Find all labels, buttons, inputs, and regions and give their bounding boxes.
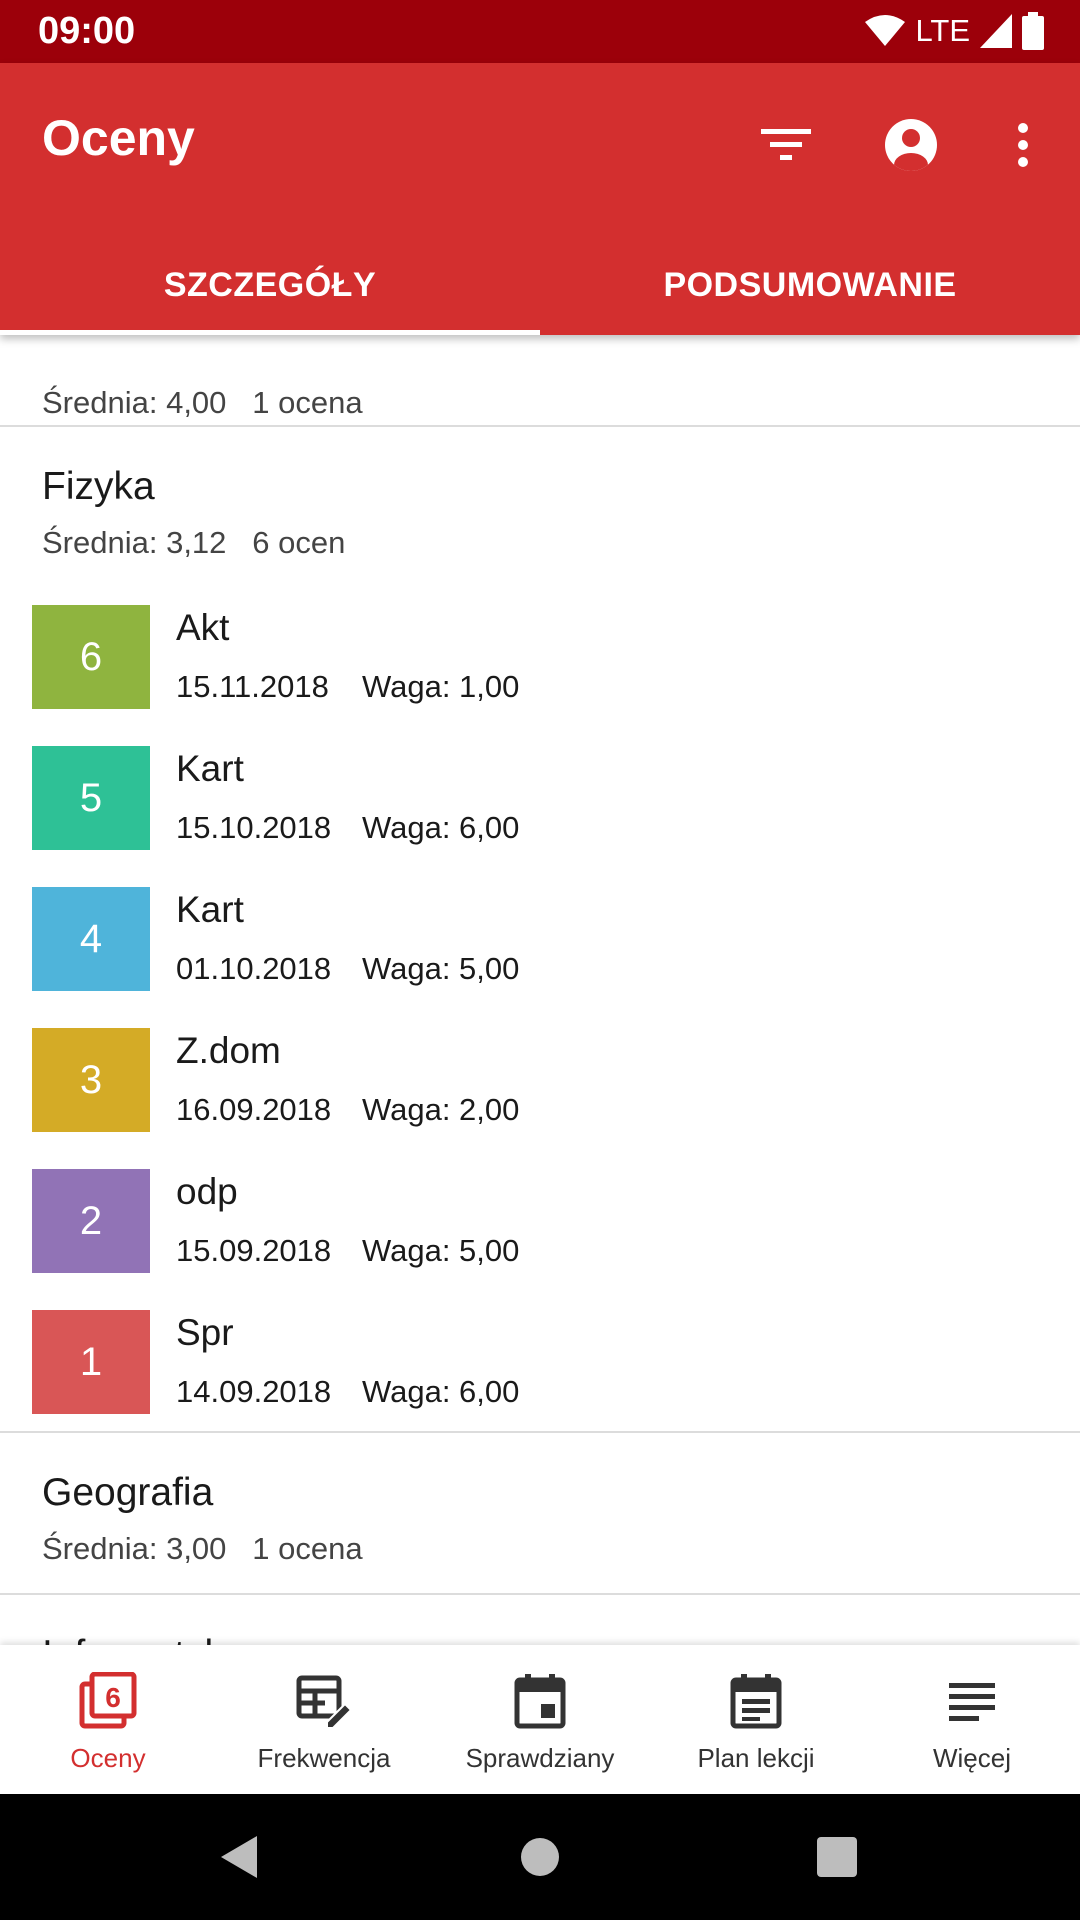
page-title: Oceny: [42, 110, 195, 166]
wifi-icon: [865, 15, 906, 46]
nav-label: Plan lekcji: [697, 1743, 815, 1773]
grade-weight: Waga: 1,00: [362, 669, 520, 704]
nav-item-sprawdziany[interactable]: Sprawdziany: [432, 1645, 648, 1794]
nav-label: Więcej: [932, 1743, 1011, 1773]
subject-header-fizyka[interactable]: Fizyka Średnia: 3,12 6 ocen: [0, 425, 1080, 575]
attendance-icon: [296, 1675, 353, 1729]
home-button[interactable]: [505, 1822, 575, 1892]
grade-description: Kart: [176, 889, 244, 930]
back-button[interactable]: [204, 1822, 274, 1892]
grade-date: 15.11.2018: [176, 669, 329, 704]
subject-meta: Średnia: 4,00 1 ocena: [42, 385, 363, 420]
grade-weight: Waga: 5,00: [362, 1233, 520, 1268]
grade-date: 01.10.2018: [176, 951, 332, 986]
subject-name: Geografia: [42, 1471, 214, 1514]
grade-row[interactable]: 4 Kart 01.10.2018 Waga: 5,00: [0, 887, 1080, 1028]
grade-row[interactable]: 5 Kart 15.10.2018 Waga: 6,00: [0, 746, 1080, 887]
filter-icon: [761, 129, 811, 160]
subject-header-previous[interactable]: Średnia: 4,00 1 ocena: [0, 335, 1080, 427]
more-vert-icon: [1018, 123, 1028, 167]
nav-item-frekwencja[interactable]: Frekwencja: [216, 1645, 432, 1794]
filter-button[interactable]: [744, 103, 828, 187]
tab-summary-label: PODSUMOWANIE: [663, 265, 957, 304]
nav-label: Oceny: [70, 1743, 146, 1773]
more-options-button[interactable]: [981, 103, 1065, 187]
grade-date: 15.09.2018: [176, 1233, 332, 1268]
tab-details-label: SZCZEGÓŁY: [163, 265, 377, 304]
grade-weight: Waga: 6,00: [362, 810, 520, 845]
nav-label: Frekwencja: [257, 1743, 391, 1773]
grade-badge: 4: [32, 887, 150, 991]
tab-indicator: [0, 330, 540, 335]
nav-item-oceny[interactable]: 6 Oceny: [0, 1645, 216, 1794]
grade-weight: Waga: 2,00: [362, 1092, 520, 1127]
exams-icon: [514, 1674, 566, 1729]
grade-description: Spr: [176, 1312, 234, 1353]
nav-item-plan-lekcji[interactable]: Plan lekcji: [648, 1645, 864, 1794]
more-menu-icon: [949, 1683, 995, 1721]
back-icon: [221, 1836, 257, 1878]
grade-date: 14.09.2018: [176, 1374, 332, 1409]
grade-row[interactable]: 3 Z.dom 16.09.2018 Waga: 2,00: [0, 1028, 1080, 1169]
tab-bar: SZCZEGÓŁY PODSUMOWANIE: [0, 235, 1080, 335]
cell-signal-icon: [980, 14, 1012, 48]
subject-meta: Średnia: 3,00 1 ocena: [42, 1531, 363, 1566]
grade-row[interactable]: 6 Akt 15.11.2018 Waga: 1,00: [0, 605, 1080, 746]
recents-button[interactable]: [802, 1822, 872, 1892]
subject-header-geografia[interactable]: Geografia Średnia: 3,00 1 ocena: [0, 1433, 1080, 1593]
grade-date: 16.09.2018: [176, 1092, 332, 1127]
app-bar: Oceny SZCZEGÓŁY PODSUMOWANIE: [0, 63, 1080, 335]
nav-item-wiecej[interactable]: Więcej: [864, 1645, 1080, 1794]
grade-badge: 1: [32, 1310, 150, 1414]
grades-list[interactable]: Średnia: 4,00 1 ocena Fizyka Średnia: 3,…: [0, 335, 1080, 1645]
battery-icon: [1022, 12, 1044, 50]
grade-description: Kart: [176, 748, 244, 789]
grade-row[interactable]: 1 Spr 14.09.2018 Waga: 6,00: [0, 1310, 1080, 1451]
grade-date: 15.10.2018: [176, 810, 332, 845]
tab-details[interactable]: SZCZEGÓŁY: [0, 235, 540, 335]
timetable-icon: [730, 1674, 782, 1729]
grade-badge: 3: [32, 1028, 150, 1132]
account-button[interactable]: [869, 103, 953, 187]
status-time: 09:00: [38, 10, 136, 52]
recents-icon: [817, 1837, 857, 1877]
account-circle-icon: [885, 119, 937, 171]
bottom-navigation: 6 Oceny Frekwencja Sprawdziany Plan lekc…: [0, 1645, 1080, 1794]
nav-label: Sprawdziany: [465, 1743, 615, 1773]
grade-weight: Waga: 5,00: [362, 951, 520, 986]
subject-name: Fizyka: [42, 465, 155, 508]
network-type: LTE: [915, 13, 970, 48]
tab-summary[interactable]: PODSUMOWANIE: [540, 235, 1080, 335]
subject-meta: Średnia: 3,12 6 ocen: [42, 525, 346, 560]
grade-badge: 5: [32, 746, 150, 850]
grade-description: odp: [176, 1171, 238, 1212]
grade-badge: 6: [32, 605, 150, 709]
grades-icon: 6: [79, 1672, 137, 1729]
svg-text:6: 6: [105, 1682, 121, 1713]
grade-badge: 2: [32, 1169, 150, 1273]
subject-name: Informatyka: [42, 1633, 246, 1645]
status-bar: 09:00 LTE: [0, 0, 1080, 63]
grade-description: Akt: [176, 607, 230, 648]
grade-weight: Waga: 6,00: [362, 1374, 520, 1409]
grade-row[interactable]: 2 odp 15.09.2018 Waga: 5,00: [0, 1169, 1080, 1310]
home-icon: [521, 1838, 559, 1876]
status-icons: LTE: [865, 12, 1044, 50]
system-navigation-bar: [0, 1794, 1080, 1920]
subject-header-informatyka[interactable]: Informatyka: [0, 1595, 1080, 1645]
grade-description: Z.dom: [176, 1030, 281, 1071]
